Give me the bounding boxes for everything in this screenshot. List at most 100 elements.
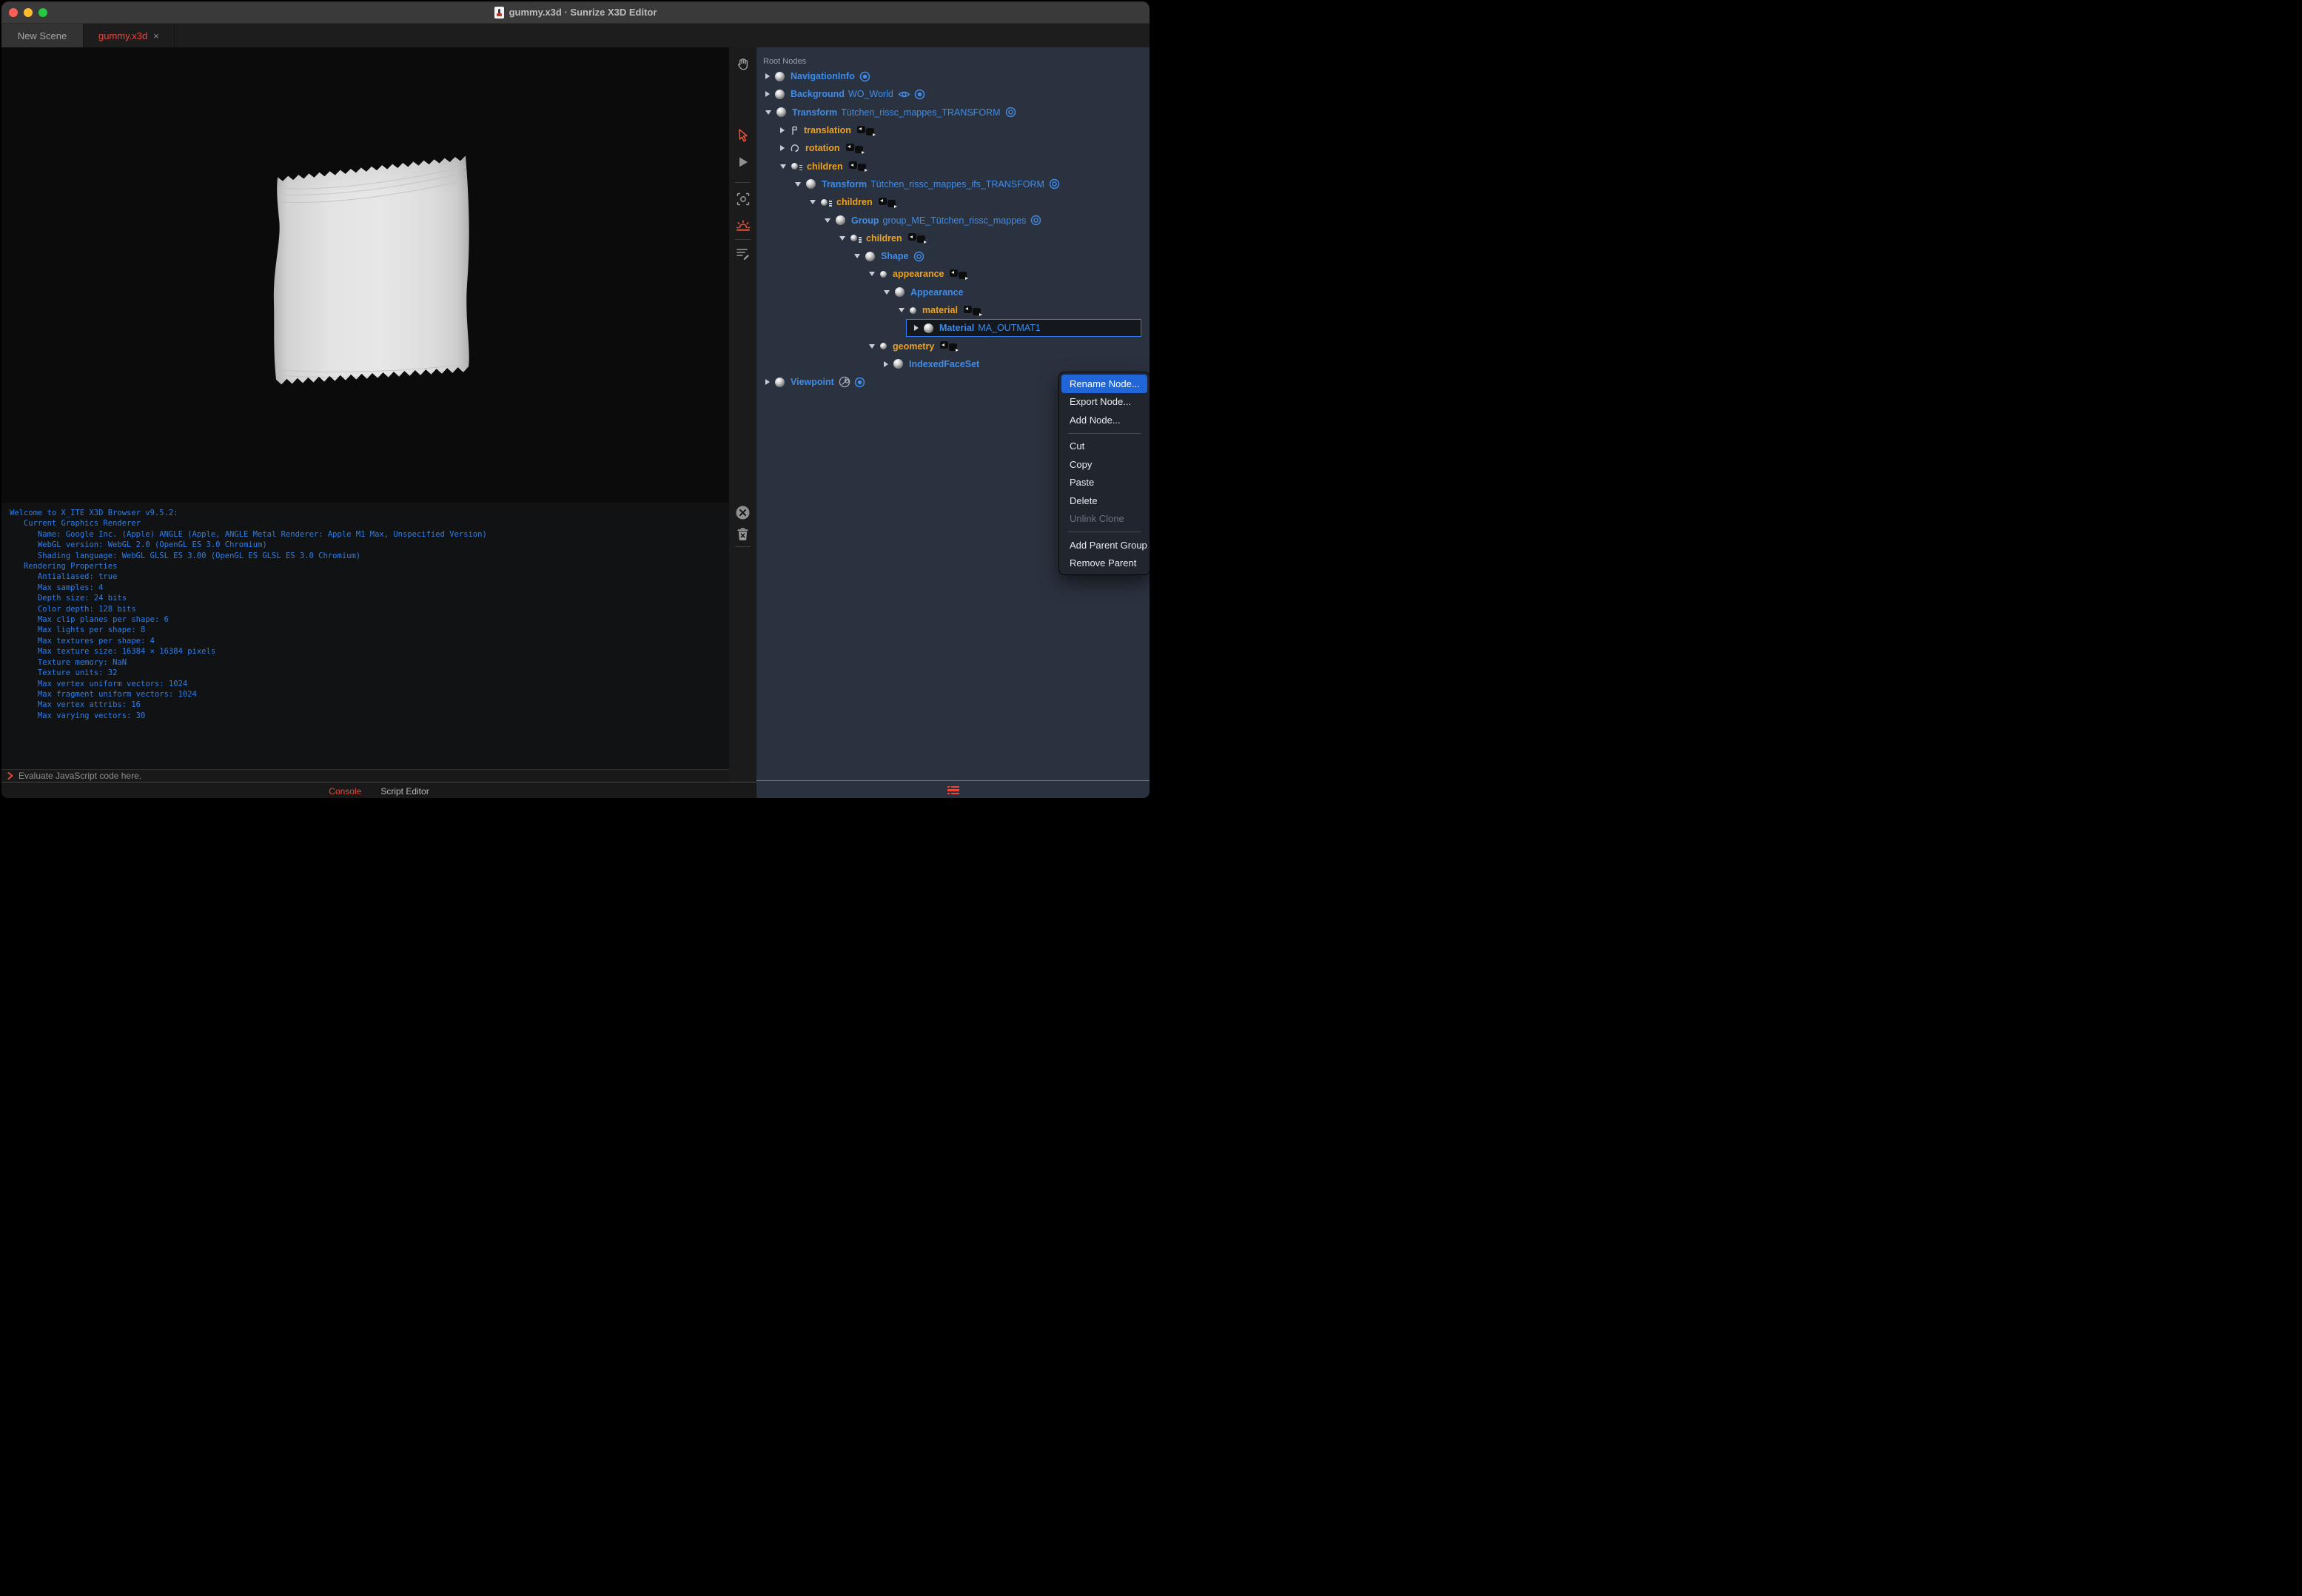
collapse-arrow-icon[interactable] — [869, 343, 875, 349]
node-toggles — [913, 251, 925, 262]
tree-node-material[interactable]: Material MA_OUTMAT1 — [906, 319, 1141, 338]
radio-icon[interactable] — [859, 71, 870, 82]
snapshot-button[interactable] — [729, 189, 756, 209]
tree-node-appearance[interactable]: Appearance — [756, 284, 1150, 301]
bottom-tab-bar: Console Script Editor — [1, 782, 756, 798]
sunrise-editor-button[interactable] — [729, 215, 756, 236]
play-button[interactable] — [729, 152, 756, 172]
tab-script-editor[interactable]: Script Editor — [380, 786, 429, 797]
expand-arrow-icon[interactable] — [780, 127, 785, 134]
tree-node-group[interactable]: Group group_ME_Tütchen_rissc_mappes — [756, 211, 1150, 229]
tab-bar: New Scene gummy.x3d × — [1, 24, 1150, 47]
tree-field-geometry[interactable]: geometry — [756, 337, 1150, 355]
collapse-arrow-icon[interactable] — [810, 200, 816, 205]
menu-item-export-node[interactable]: Export Node... — [1059, 393, 1150, 412]
tab-new-scene[interactable]: New Scene — [1, 24, 84, 47]
route-connectors-icon[interactable] — [950, 269, 969, 280]
menu-separator — [1068, 432, 1141, 434]
close-window-button[interactable] — [9, 7, 18, 17]
tree-field-children[interactable]: children — [756, 193, 1150, 211]
collapse-arrow-icon[interactable] — [765, 110, 771, 115]
collapse-arrow-icon[interactable] — [839, 235, 845, 241]
route-connectors-icon[interactable] — [856, 125, 876, 136]
collapse-arrow-icon[interactable] — [854, 254, 860, 259]
children-stack-icon — [859, 237, 862, 243]
tree-node-transform[interactable]: Transform Tütchen_rissc_mappes_TRANSFORM — [756, 104, 1150, 121]
tab-console[interactable]: Console — [329, 786, 361, 797]
viewport-3d[interactable] — [1, 47, 729, 503]
pan-hand-button[interactable] — [729, 53, 756, 74]
tree-node-transform[interactable]: Transform Tütchen_rissc_mappes_ifs_TRANSF… — [756, 175, 1150, 193]
menu-item-add-parent-group[interactable]: Add Parent Group — [1059, 536, 1150, 554]
menu-item-delete[interactable]: Delete — [1059, 492, 1150, 510]
route-connectors-icon[interactable] — [963, 305, 982, 316]
clear-console-button[interactable] — [729, 523, 756, 544]
menu-item-cut[interactable]: Cut — [1059, 437, 1150, 456]
expand-arrow-icon[interactable] — [780, 145, 785, 152]
route-connectors-icon[interactable] — [907, 233, 927, 244]
node-sphere-icon — [924, 323, 933, 333]
tree-field-children[interactable]: children — [756, 229, 1150, 247]
tree-node-indexedfaceset[interactable]: IndexedFaceSet — [756, 355, 1150, 373]
field-sphere-icon — [880, 343, 887, 350]
menu-item-add-node[interactable]: Add Node... — [1059, 411, 1150, 429]
tab-close-icon[interactable]: × — [153, 31, 159, 41]
collapse-arrow-icon[interactable] — [884, 289, 890, 295]
expand-arrow-icon[interactable] — [765, 379, 770, 386]
route-connectors-icon[interactable] — [878, 197, 897, 208]
tree-node-shape[interactable]: Shape — [756, 247, 1150, 265]
collapse-arrow-icon[interactable] — [795, 181, 801, 187]
ring-icon[interactable] — [1005, 107, 1016, 118]
document-icon — [494, 6, 504, 19]
tree-field-appearance[interactable]: appearance — [756, 265, 1150, 283]
collapse-arrow-icon[interactable] — [780, 164, 786, 169]
select-arrow-button[interactable] — [729, 124, 756, 145]
expand-arrow-icon[interactable] — [765, 91, 770, 98]
collapse-arrow-icon[interactable] — [869, 272, 875, 277]
field-name: appearance — [893, 269, 944, 280]
route-connectors-icon[interactable] — [848, 161, 868, 172]
panel-bottom-bar — [756, 781, 1150, 798]
tree-node-background[interactable]: Background WO_World — [756, 85, 1150, 103]
tab-gummy-x3d[interactable]: gummy.x3d × — [84, 24, 175, 47]
ring-icon[interactable] — [913, 251, 925, 262]
script-editor-button[interactable] — [729, 243, 756, 264]
node-def-name: WO_World — [848, 89, 893, 100]
node-toggles — [859, 71, 870, 82]
tree-field-material[interactable]: material — [756, 301, 1150, 319]
minimize-window-button[interactable] — [24, 7, 33, 17]
ring-icon[interactable] — [1030, 215, 1041, 226]
expand-arrow-icon[interactable] — [914, 325, 919, 332]
outline-editor-tab-icon[interactable] — [947, 785, 959, 795]
route-connectors-icon[interactable] — [940, 341, 959, 352]
collapse-arrow-icon[interactable] — [825, 218, 830, 223]
field-name: children — [807, 161, 843, 172]
tree-node-navigationinfo[interactable]: NavigationInfo — [756, 67, 1150, 85]
wrench-icon[interactable] — [839, 376, 850, 388]
node-toggles — [1005, 107, 1016, 118]
menu-item-rename-node[interactable]: Rename Node... — [1061, 375, 1147, 393]
expand-arrow-icon[interactable] — [765, 73, 770, 80]
tree-field-translation[interactable]: translation — [756, 121, 1150, 139]
route-connectors-icon[interactable] — [845, 143, 865, 154]
menu-item-remove-parent[interactable]: Remove Parent — [1059, 554, 1150, 573]
radio-icon[interactable] — [854, 377, 865, 388]
eye-icon[interactable] — [898, 90, 910, 99]
close-console-button[interactable] — [729, 502, 756, 523]
traffic-lights — [9, 7, 47, 17]
expand-arrow-icon[interactable] — [884, 361, 888, 367]
menu-item-copy[interactable]: Copy — [1059, 455, 1150, 474]
collapse-arrow-icon[interactable] — [899, 308, 905, 312]
ring-icon[interactable] — [1049, 178, 1060, 190]
zoom-window-button[interactable] — [38, 7, 47, 17]
radio-icon[interactable] — [914, 89, 925, 100]
rotation-field-icon[interactable] — [790, 143, 800, 153]
js-prompt[interactable]: Evaluate JavaScript code here. — [1, 769, 729, 781]
translation-field-icon[interactable] — [790, 125, 799, 135]
trash-x-icon — [737, 527, 748, 540]
menu-item-paste[interactable]: Paste — [1059, 474, 1150, 492]
tree-field-children[interactable]: children — [756, 157, 1150, 175]
tree-field-rotation[interactable]: rotation — [756, 139, 1150, 157]
node-sphere-icon — [775, 89, 785, 99]
node-type-name: IndexedFaceSet — [909, 358, 980, 369]
